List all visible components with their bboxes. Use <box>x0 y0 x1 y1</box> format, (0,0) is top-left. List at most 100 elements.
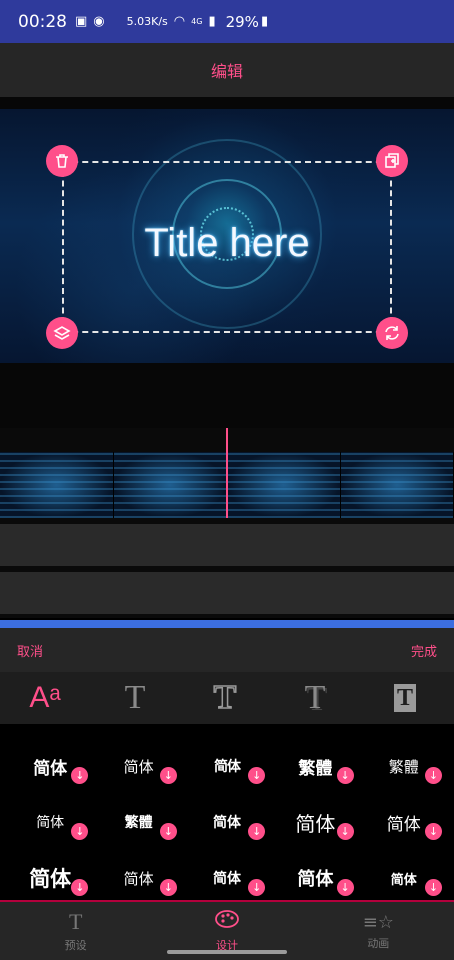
battery-icon: ▮ <box>260 14 269 29</box>
font-item[interactable]: 简体 ↓ <box>183 738 271 794</box>
home-indicator[interactable] <box>167 950 287 954</box>
font-item[interactable]: 简体 ↓ <box>183 850 271 906</box>
font-sample: 简体 <box>213 759 241 775</box>
font-sample: 繁體 <box>388 757 419 776</box>
font-item[interactable]: 简体 ↓ <box>271 850 359 906</box>
font-sample: 繁體 <box>298 758 333 779</box>
delete-handle[interactable] <box>46 145 78 177</box>
font-sample: 简体 <box>386 814 421 835</box>
font-item[interactable]: 简体 ↓ <box>360 794 448 850</box>
download-icon[interactable]: ↓ <box>425 879 442 896</box>
copy-icon <box>385 153 399 168</box>
timeline[interactable] <box>0 428 454 618</box>
tab-text-shadow[interactable]: T <box>272 676 358 720</box>
font-item[interactable]: 繁體 ↓ <box>94 794 182 850</box>
preview-area: Title here <box>0 97 454 428</box>
font-item[interactable]: 简体 ↓ <box>271 794 359 850</box>
font-grid: 简体 ↓ 简体 ↓ 简体 ↓ 繁體 ↓ 繁體 ↓ 简体 ↓ 繁體 ↓ 简体 ↓ 简体 ↓ 简体 ↓ … <box>0 724 454 900</box>
download-icon[interactable]: ↓ <box>71 767 89 784</box>
text-shadow-icon: T <box>304 679 326 716</box>
wifi-icon: ◠ <box>173 14 186 29</box>
page-title: 编辑 <box>210 62 243 81</box>
download-icon[interactable]: ↓ <box>159 823 177 840</box>
text-selection-box[interactable] <box>62 161 392 333</box>
signal-label: 4G <box>191 17 203 26</box>
download-icon[interactable]: ↓ <box>248 767 266 784</box>
font-sample: 简体 <box>297 869 334 890</box>
cancel-button[interactable]: 取消 <box>17 641 43 660</box>
text-stroke-icon: T <box>213 678 237 717</box>
video-preview[interactable]: Title here <box>0 109 454 363</box>
font-item[interactable]: 繁體 ↓ <box>271 738 359 794</box>
style-tabs: Aᵃ T T T T <box>0 672 454 724</box>
font-sample: 繁體 <box>124 815 153 831</box>
panel-header: 取消 完成 <box>0 628 454 672</box>
battery-level: 29% <box>225 12 259 31</box>
font-item[interactable]: 简体 ↓ <box>183 794 271 850</box>
font-sample: 简体 <box>36 815 65 831</box>
trash-icon <box>56 154 68 168</box>
layer-icon <box>53 326 71 340</box>
download-icon[interactable]: ↓ <box>336 823 354 840</box>
rotate-icon <box>385 326 399 340</box>
text-icon: T <box>68 909 83 934</box>
text-background-icon: T <box>393 684 416 712</box>
tab-font-style[interactable]: Aᵃ <box>2 676 88 720</box>
download-icon[interactable]: ↓ <box>336 767 354 784</box>
download-icon[interactable]: ↓ <box>425 823 442 840</box>
text-track[interactable] <box>0 524 454 566</box>
rotate-handle[interactable] <box>376 317 408 349</box>
font-item[interactable]: 简体 ↓ <box>6 794 94 850</box>
font-item[interactable]: 简体 ↓ <box>6 738 94 794</box>
font-sample: 简体 <box>212 815 241 831</box>
copy-handle[interactable] <box>376 145 408 177</box>
font-sample: 简体 <box>212 871 241 887</box>
track-thumbnail <box>227 452 341 518</box>
download-icon[interactable]: ↓ <box>425 767 442 784</box>
image-icon: ▣ <box>75 14 88 29</box>
palette-icon <box>214 909 240 935</box>
font-item[interactable]: 简体 ↓ <box>94 738 182 794</box>
download-icon[interactable]: ↓ <box>159 767 177 784</box>
download-icon[interactable]: ↓ <box>248 823 266 840</box>
font-item[interactable]: 简体 ↓ <box>360 850 448 906</box>
done-button[interactable]: 完成 <box>411 641 437 660</box>
track-thumbnail <box>0 452 114 518</box>
font-sample: 简体 <box>123 757 154 776</box>
playhead[interactable] <box>226 428 228 518</box>
track-thumbnail <box>113 452 227 518</box>
download-icon[interactable]: ↓ <box>159 879 177 896</box>
nav-animation[interactable]: ≡☆ 动画 <box>303 902 454 960</box>
signal-icon: ▮ <box>208 14 216 29</box>
track-thumbnail <box>340 452 454 518</box>
download-icon[interactable]: ↓ <box>248 879 266 896</box>
animation-icon: ≡☆ <box>362 911 394 933</box>
download-icon[interactable]: ↓ <box>71 879 89 896</box>
font-item[interactable]: 简体 ↓ <box>94 850 182 906</box>
status-time: 00:28 <box>18 11 67 32</box>
tab-text-background[interactable]: T <box>362 676 448 720</box>
download-icon[interactable]: ↓ <box>336 879 354 896</box>
font-item[interactable]: 繁體 ↓ <box>360 738 448 794</box>
status-bar: 00:28 ▣ ◉ 5.03K/s ◠ 4G ▮ 29% ▮ <box>0 0 454 43</box>
tab-text-color[interactable]: T <box>92 676 178 720</box>
download-icon[interactable]: ↓ <box>71 823 89 840</box>
nav-label: 动画 <box>367 936 390 950</box>
panel-divider <box>0 620 454 628</box>
nav-preset[interactable]: T 预设 <box>0 902 151 960</box>
audio-track[interactable] <box>0 572 454 614</box>
font-sample: 简体 <box>390 872 417 888</box>
font-sample: 简体 <box>33 758 68 779</box>
font-item[interactable]: 简体 ↓ <box>6 850 94 906</box>
text-color-icon: T <box>124 679 146 716</box>
font-style-icon: Aᵃ <box>29 681 61 714</box>
nav-label: 预设 <box>64 939 87 952</box>
network-speed: 5.03K/s <box>126 15 168 28</box>
font-sample: 简体 <box>123 869 154 888</box>
title-bar: 编辑 <box>0 43 454 97</box>
font-sample: 简体 <box>29 867 72 891</box>
sync-icon: ◉ <box>93 14 105 29</box>
font-sample: 简体 <box>295 811 336 836</box>
tab-text-stroke[interactable]: T <box>182 676 268 720</box>
layer-handle[interactable] <box>46 317 78 349</box>
